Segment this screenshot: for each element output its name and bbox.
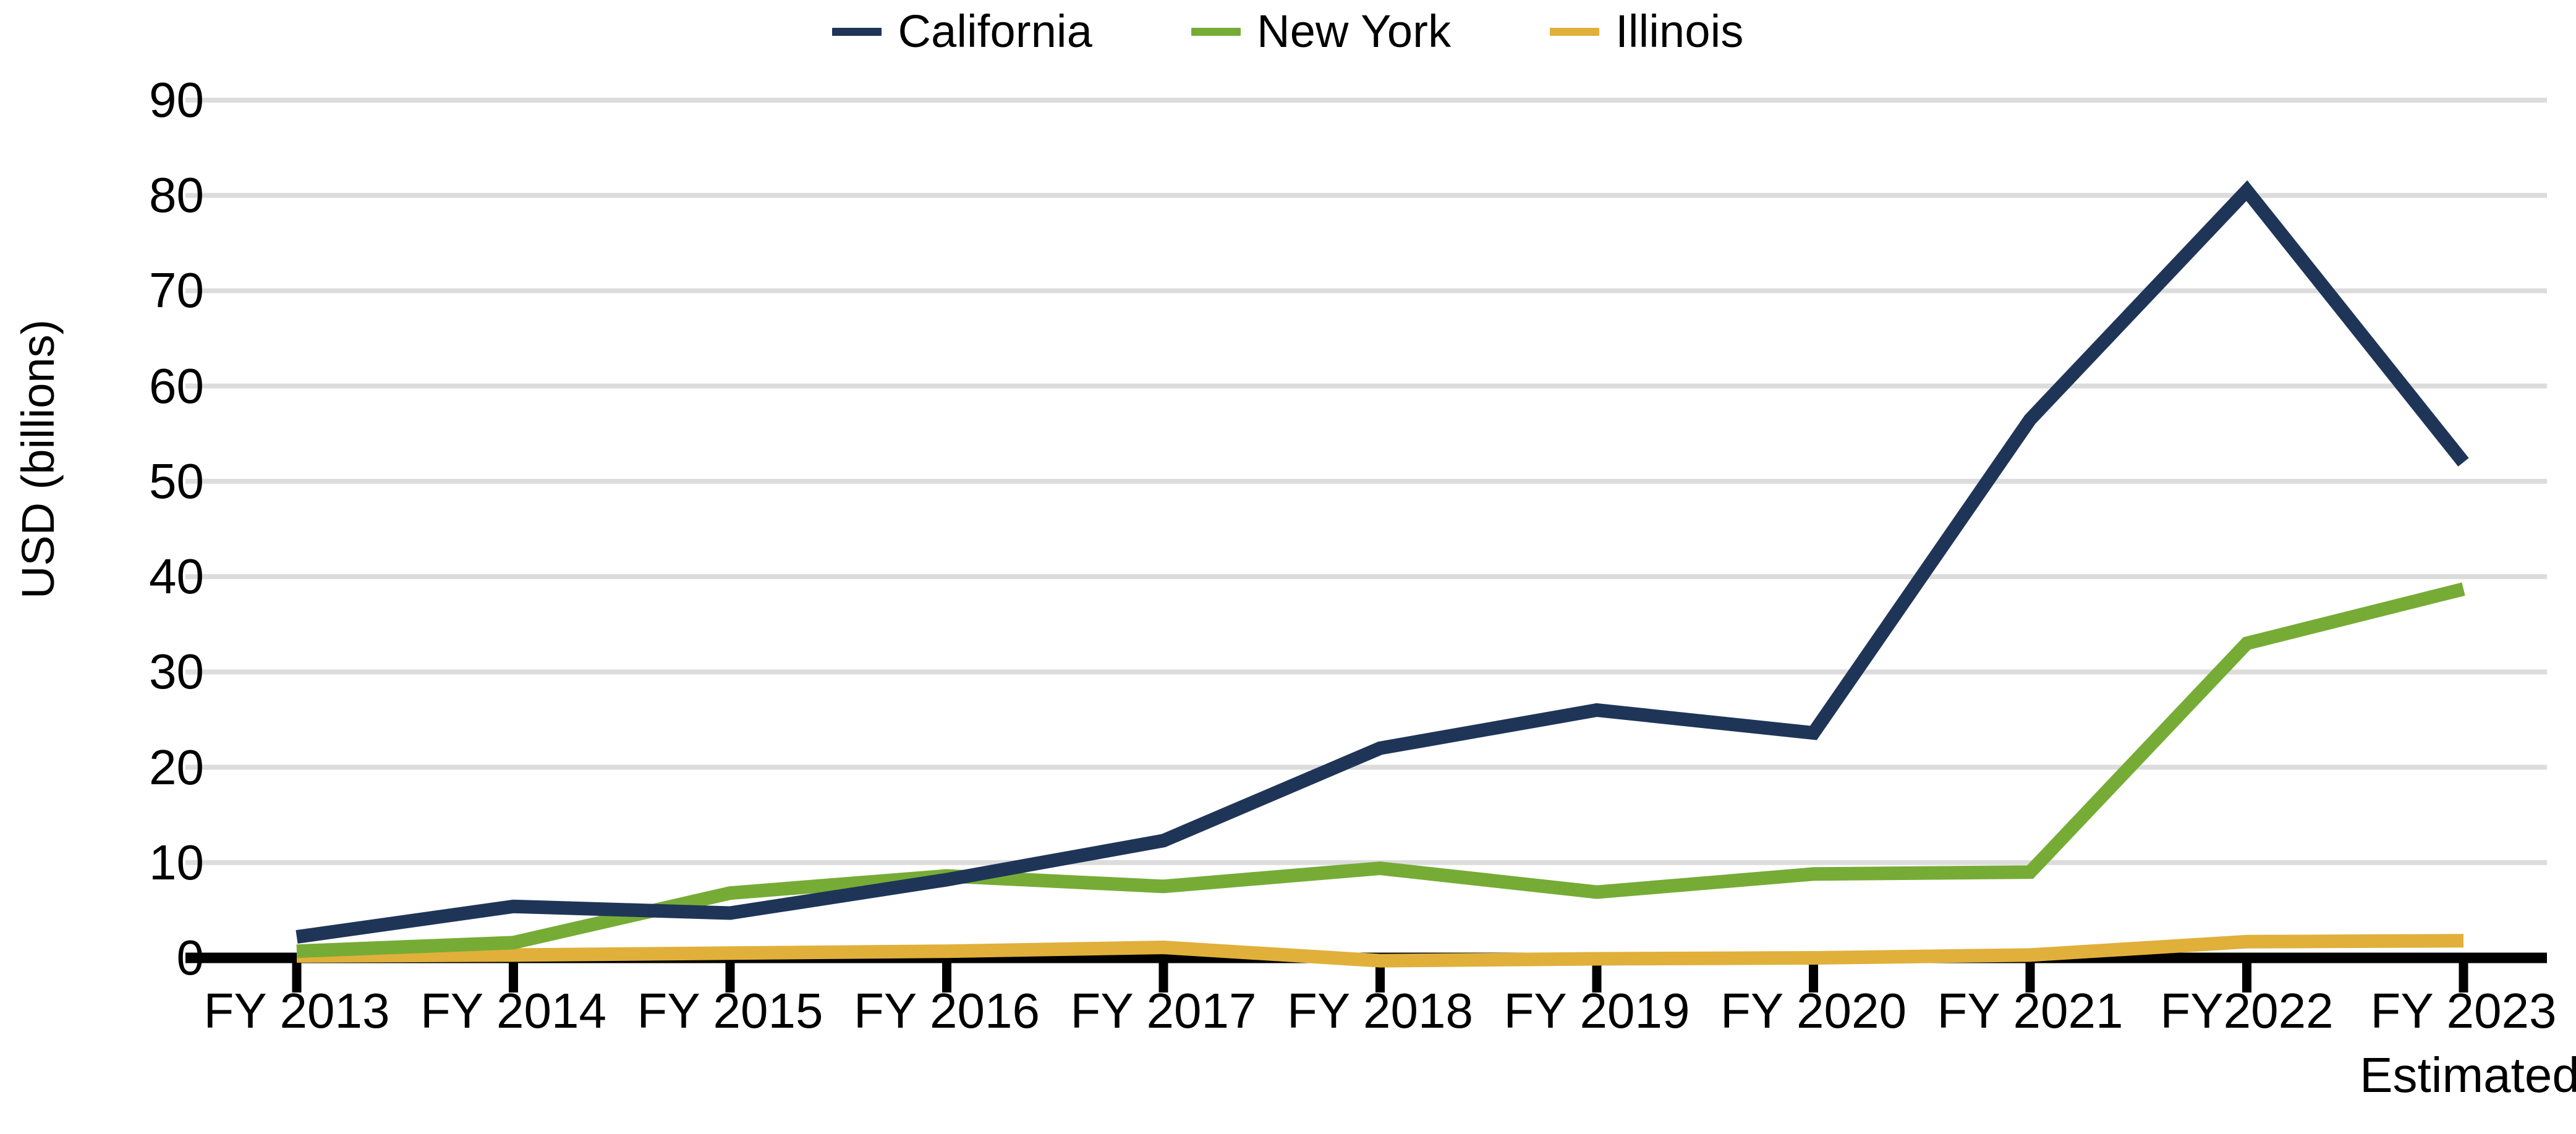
- x-tick-label: FY 2023: [2370, 983, 2557, 1038]
- chart-root: California New York Illinois 90 80 70 60 50 40 3…: [0, 0, 2576, 1134]
- x-axis-estimated-note: Estimated: [2360, 1047, 2576, 1102]
- plot-area: 90 80 70 60 50 40 30 20 10 0 USD (billions) FY 20…: [0, 0, 2576, 1134]
- x-axis-tick-labels: FY 2013 FY 2014 FY 2015 FY 2016 FY 2017 FY 20…: [0, 0, 2576, 1134]
